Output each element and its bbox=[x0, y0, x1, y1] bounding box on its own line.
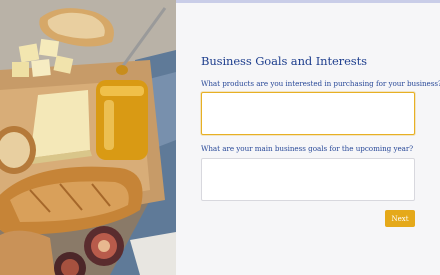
goals-question-label: What are your main business goals for th… bbox=[201, 144, 414, 153]
next-button[interactable]: Next bbox=[385, 210, 415, 227]
food-photo bbox=[0, 0, 176, 275]
form-title: Business Goals and Interests bbox=[201, 54, 367, 68]
questionnaire-form: Business Goals and Interests What produc… bbox=[176, 3, 440, 275]
products-question-label: What products are you interested in purc… bbox=[201, 79, 440, 88]
bread-cheese-honey-figs-illustration bbox=[0, 0, 176, 275]
goals-answer-field[interactable] bbox=[201, 158, 415, 201]
products-answer-field[interactable] bbox=[201, 92, 415, 135]
